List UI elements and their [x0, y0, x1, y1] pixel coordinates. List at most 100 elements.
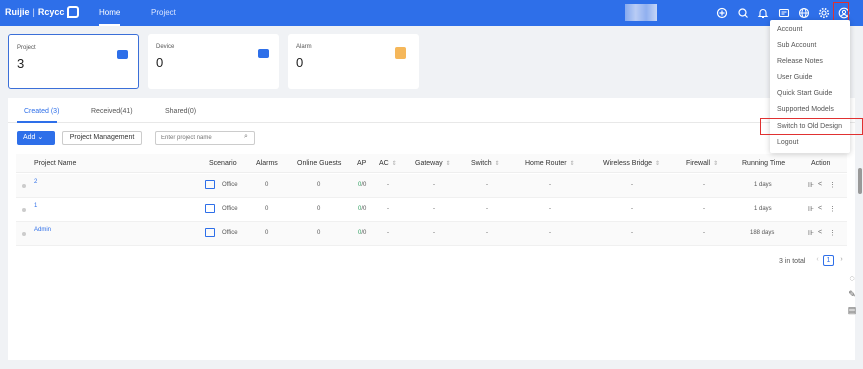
device-card-value: 0	[156, 55, 164, 70]
col-home-router[interactable]: Home Router ⇕	[525, 160, 575, 167]
row-status-dot	[22, 184, 26, 188]
col-wireless-bridge-label: Wireless Bridge	[603, 160, 653, 167]
project-name-link[interactable]: 1	[34, 203, 37, 209]
bell-icon[interactable]	[757, 7, 769, 19]
col-ap: AP	[357, 160, 367, 167]
feedback-icon[interactable]: ✎	[845, 287, 859, 301]
logo-brand: Ruijie	[5, 7, 30, 17]
col-home-router-label: Home Router	[525, 160, 567, 167]
project-panel: Created (3) Received(41) Shared(0) Add ⌄…	[8, 98, 855, 360]
alarm-card-label: Alarm	[296, 44, 312, 50]
table-row: Admin Office 0 0 0/0 - - - - - - 188 day…	[16, 222, 847, 246]
nav-home[interactable]: Home	[99, 0, 121, 26]
more-icon[interactable]: ⋮	[829, 205, 836, 213]
globe-icon[interactable]	[798, 7, 810, 19]
menu-item-user-guide[interactable]: User Guide	[777, 74, 812, 81]
chat-icon[interactable]: ◌	[845, 271, 859, 285]
col-firewall-label: Firewall	[686, 160, 711, 167]
more-icon[interactable]: ⋮	[829, 181, 836, 189]
more-icon[interactable]: ⋮	[829, 229, 836, 237]
scenario-cell: Office	[222, 230, 238, 236]
share-icon[interactable]: <	[818, 205, 822, 212]
project-management-button[interactable]: Project Management	[62, 131, 142, 145]
router-cell: -	[549, 206, 551, 212]
menu-item-sub-account[interactable]: Sub Account	[777, 42, 816, 49]
running-time-cell: 188 days	[750, 230, 775, 236]
redacted-username	[625, 4, 657, 21]
share-icon[interactable]: <	[818, 229, 822, 236]
logo-mark-icon	[67, 6, 80, 18]
message-icon[interactable]	[778, 7, 790, 19]
alarms-cell: 0	[265, 182, 269, 188]
switch-cell: -	[486, 182, 488, 188]
sort-icon: ⇕	[391, 161, 397, 167]
project-card-value: 3	[17, 56, 25, 71]
sort-icon: ⇕	[713, 161, 719, 167]
project-card[interactable]: Project 3	[8, 34, 139, 89]
scrollbar[interactable]	[858, 168, 862, 194]
ac-cell: -	[387, 230, 389, 236]
logo-product: Rcycc	[37, 7, 65, 17]
search-icon[interactable]: ⌕	[244, 133, 248, 141]
ap-total: /0	[361, 230, 367, 236]
firewall-cell: -	[703, 230, 705, 236]
col-online-guests: Online Guests	[297, 160, 342, 167]
scenario-cell: Office	[222, 182, 238, 188]
alarm-card[interactable]: Alarm 0	[288, 34, 419, 89]
ap-cell: 0/0	[358, 182, 366, 188]
ap-cell: 0/0	[358, 230, 366, 236]
menu-item-release-notes[interactable]: Release Notes	[777, 58, 823, 65]
tab-active-underline	[17, 121, 57, 123]
col-gateway[interactable]: Gateway ⇕	[415, 160, 451, 167]
tab-received[interactable]: Received(41)	[91, 108, 133, 115]
plus-circle-icon[interactable]	[716, 7, 728, 19]
switch-cell: -	[486, 230, 488, 236]
menu-item-account[interactable]: Account	[777, 26, 802, 33]
topology-icon[interactable]: ⊪	[808, 205, 814, 213]
tab-shared[interactable]: Shared(0)	[165, 108, 196, 115]
add-button[interactable]: Add ⌄	[17, 131, 55, 145]
prev-page-icon[interactable]: ‹	[812, 255, 823, 266]
alarms-cell: 0	[265, 206, 269, 212]
ap-cell: 0/0	[358, 206, 366, 212]
clipboard-icon[interactable]: ▤	[845, 303, 859, 317]
logo-separator: |	[32, 7, 35, 17]
search-input[interactable]	[155, 131, 255, 145]
menu-item-quick-start-guide[interactable]: Quick Start Guide	[777, 90, 832, 97]
menu-item-logout[interactable]: Logout	[777, 139, 798, 146]
tab-created[interactable]: Created (3)	[24, 108, 59, 115]
device-card-label: Device	[156, 44, 175, 50]
share-icon[interactable]: <	[818, 181, 822, 188]
bridge-cell: -	[631, 182, 633, 188]
folder-icon	[117, 50, 128, 59]
project-name-link[interactable]: Admin	[34, 227, 51, 233]
col-project-name: Project Name	[34, 160, 77, 167]
gateway-cell: -	[433, 230, 435, 236]
switch-cell: -	[486, 206, 488, 212]
menu-item-supported-models[interactable]: Supported Models	[777, 106, 834, 113]
topology-icon[interactable]: ⊪	[808, 181, 814, 189]
alarm-card-value: 0	[296, 55, 304, 70]
logo[interactable]: Ruijie | Rcycc	[5, 6, 80, 18]
scenario-cell: Office	[222, 206, 238, 212]
table-header: Project Name Scenario Alarms Online Gues…	[16, 154, 847, 173]
page-number[interactable]: 1	[823, 255, 834, 266]
gear-icon[interactable]	[818, 7, 830, 19]
nav-project[interactable]: Project	[151, 0, 176, 26]
col-switch-label: Switch	[471, 160, 492, 167]
search-icon[interactable]	[737, 7, 749, 19]
alarm-icon	[395, 47, 406, 59]
col-firewall[interactable]: Firewall ⇕	[686, 160, 718, 167]
col-wireless-bridge[interactable]: Wireless Bridge ⇕	[603, 160, 660, 167]
col-switch[interactable]: Switch ⇕	[471, 160, 500, 167]
router-cell: -	[549, 182, 551, 188]
col-ac-label: AC	[379, 160, 389, 167]
project-name-link[interactable]: 2	[34, 179, 37, 185]
topology-icon[interactable]: ⊪	[808, 229, 814, 237]
device-card[interactable]: Device 0	[148, 34, 279, 89]
row-status-dot	[22, 232, 26, 236]
guests-cell: 0	[317, 230, 321, 236]
next-page-icon[interactable]: ›	[836, 255, 847, 266]
col-ac[interactable]: AC ⇕	[379, 160, 397, 167]
office-icon	[205, 228, 215, 237]
